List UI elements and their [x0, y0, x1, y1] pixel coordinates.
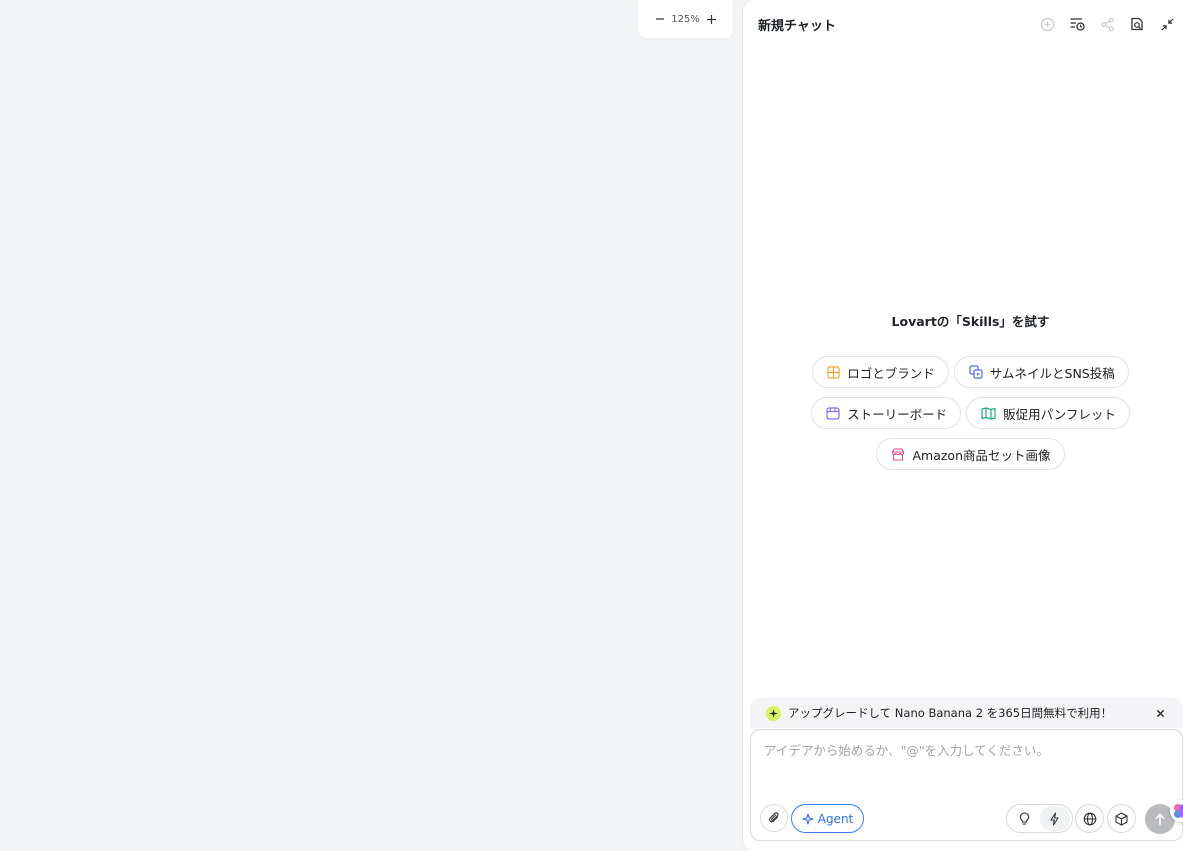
lightbulb-icon [1019, 811, 1030, 825]
skills-row-1: ロゴとブランド サムネイルとSNS投稿 [743, 356, 1183, 388]
think-mode-option[interactable] [1009, 806, 1040, 831]
upgrade-banner[interactable]: アップグレードして Nano Banana 2 を365日間無料で利用！ [750, 698, 1183, 728]
skills-row-3: Amazon商品セット画像 [743, 438, 1183, 470]
new-chat-button[interactable] [1036, 13, 1058, 35]
skill-chip-label: 販促用パンフレット [1003, 406, 1116, 422]
map-icon [981, 406, 996, 420]
sparkle-outline-icon [802, 812, 814, 825]
design-canvas[interactable] [0, 0, 742, 851]
store-icon [892, 447, 905, 461]
paperclip-icon [768, 812, 779, 823]
storyboard-icon [826, 406, 840, 420]
skill-chip-logo-brand[interactable]: ロゴとブランド [812, 356, 949, 388]
mode-toggle [1006, 804, 1073, 833]
zoom-control: 125% [638, 0, 733, 38]
history-icon [1070, 18, 1085, 31]
fast-mode-option[interactable] [1039, 806, 1070, 831]
web-search-button[interactable] [1075, 804, 1104, 833]
collapse-icon [1160, 17, 1174, 31]
skill-chip-amazon-images[interactable]: Amazon商品セット画像 [876, 438, 1065, 470]
share-button[interactable] [1096, 13, 1118, 35]
skill-chip-label: ロゴとブランド [847, 365, 935, 381]
prompt-input[interactable] [764, 740, 1164, 780]
file-search-button[interactable] [1126, 13, 1148, 35]
banner-close-button[interactable] [1153, 706, 1167, 720]
zoom-in-button[interactable] [705, 12, 717, 26]
skill-chip-storyboard[interactable]: ストーリーボード [811, 397, 962, 429]
arrow-up-icon [1155, 812, 1165, 825]
zoom-out-button[interactable] [654, 12, 666, 26]
chat-title: 新規チャット [758, 18, 836, 34]
new-chat-icon [1040, 17, 1054, 31]
agent-mode-button[interactable]: Agent [791, 804, 864, 833]
skills-row-2: ストーリーボード 販促用パンフレット [743, 397, 1183, 429]
attach-button[interactable] [760, 804, 788, 832]
chat-header: 新規チャット [743, 0, 1183, 48]
images-icon [969, 365, 983, 379]
skill-chip-label: サムネイルとSNS投稿 [989, 365, 1115, 381]
cube-icon [1115, 811, 1128, 826]
globe-icon [1083, 812, 1096, 825]
close-icon [1156, 709, 1164, 717]
zoom-level[interactable]: 125% [671, 14, 700, 25]
skill-chip-thumbnail-sns[interactable]: サムネイルとSNS投稿 [953, 356, 1129, 388]
model-3d-button[interactable] [1107, 804, 1136, 833]
share-icon [1100, 17, 1114, 31]
header-actions [1036, 13, 1178, 35]
collapse-panel-button[interactable] [1156, 13, 1178, 35]
lightning-icon [1050, 811, 1059, 826]
grid-icon [827, 365, 840, 379]
skill-chip-label: ストーリーボード [847, 406, 948, 422]
agent-mode-label: Agent [817, 811, 854, 826]
skill-chip-label: Amazon商品セット画像 [912, 447, 1051, 463]
skill-chip-brochure[interactable]: 販促用パンフレット [966, 397, 1130, 429]
plus-icon [706, 14, 716, 24]
file-search-icon [1131, 17, 1143, 31]
composer: Agent [750, 729, 1183, 841]
sparkle-icon [766, 705, 781, 721]
skills-heading: Lovartの「Skills」を試す [891, 314, 1050, 329]
history-button[interactable] [1066, 13, 1088, 35]
upgrade-banner-text: アップグレードして Nano Banana 2 を365日間無料で利用！ [788, 706, 1113, 720]
minus-icon [656, 18, 664, 20]
